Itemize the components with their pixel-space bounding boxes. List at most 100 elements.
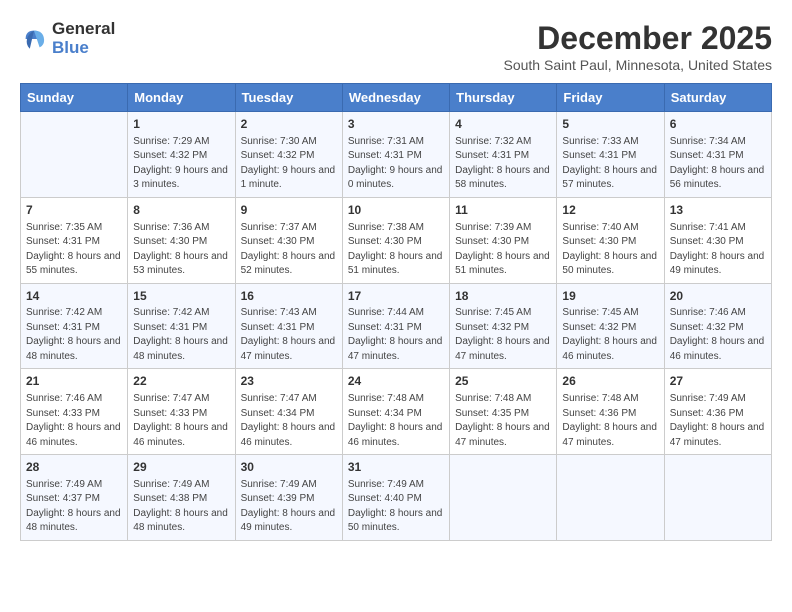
calendar-cell: 12 Sunrise: 7:40 AMSunset: 4:30 PMDayligh… (557, 197, 664, 283)
day-info: Sunrise: 7:49 AMSunset: 4:38 PMDaylight:… (133, 478, 229, 536)
day-info: Sunrise: 7:49 AMSunset: 4:36 PMDaylight:… (670, 392, 766, 450)
day-number: 30 (241, 459, 337, 476)
day-info: Sunrise: 7:48 AMSunset: 4:35 PMDaylight:… (455, 392, 551, 450)
day-info: Sunrise: 7:46 AMSunset: 4:33 PMDaylight:… (26, 392, 122, 450)
calendar-body: 1Sunrise: 7:29 AMSunset: 4:32 PMDaylight… (21, 112, 772, 541)
day-number: 6 (670, 116, 766, 133)
day-number: 13 (670, 202, 766, 219)
calendar-cell: 2 Sunrise: 7:30 AMSunset: 4:32 PMDaylight… (235, 112, 342, 198)
calendar-day-header: Sunday (21, 84, 128, 112)
calendar-cell: 11 Sunrise: 7:39 AMSunset: 4:30 PMDayligh… (450, 197, 557, 283)
calendar-cell (664, 455, 771, 541)
day-number: 2 (241, 116, 337, 133)
calendar-cell: 22 Sunrise: 7:47 AMSunset: 4:33 PMDayligh… (128, 369, 235, 455)
calendar-cell: 17Sunrise: 7:44 AMSunset: 4:31 PMDayligh… (342, 283, 449, 369)
logo-line1: General (52, 20, 115, 39)
day-number: 10 (348, 202, 444, 219)
day-info: Sunrise: 7:37 AMSunset: 4:30 PMDaylight:… (241, 221, 337, 279)
calendar-cell: 28 Sunrise: 7:49 AMSunset: 4:37 PMDayligh… (21, 455, 128, 541)
day-info: Sunrise: 7:39 AMSunset: 4:30 PMDaylight:… (455, 221, 551, 279)
day-info: Sunrise: 7:45 AMSunset: 4:32 PMDaylight:… (562, 306, 658, 364)
day-number: 24 (348, 373, 444, 390)
calendar-day-header: Wednesday (342, 84, 449, 112)
calendar-cell: 18Sunrise: 7:45 AMSunset: 4:32 PMDayligh… (450, 283, 557, 369)
calendar-cell: 5Sunrise: 7:33 AMSunset: 4:31 PMDaylight… (557, 112, 664, 198)
calendar-cell: 30 Sunrise: 7:49 AMSunset: 4:39 PMDayligh… (235, 455, 342, 541)
day-info: Sunrise: 7:41 AMSunset: 4:30 PMDaylight:… (670, 221, 766, 279)
calendar-cell (557, 455, 664, 541)
day-number: 28 (26, 459, 122, 476)
logo: General Blue (20, 20, 115, 57)
calendar-cell: 21 Sunrise: 7:46 AMSunset: 4:33 PMDayligh… (21, 369, 128, 455)
day-info: Sunrise: 7:35 AMSunset: 4:31 PMDaylight:… (26, 221, 122, 279)
day-info: Sunrise: 7:40 AMSunset: 4:30 PMDaylight:… (562, 221, 658, 279)
day-number: 9 (241, 202, 337, 219)
day-info: Sunrise: 7:49 AMSunset: 4:37 PMDaylight:… (26, 478, 122, 536)
day-info: Sunrise: 7:30 AMSunset: 4:32 PMDaylight:… (241, 135, 337, 193)
day-number: 5 (562, 116, 658, 133)
day-info: Sunrise: 7:34 AMSunset: 4:31 PMDaylight:… (670, 135, 766, 193)
calendar-cell: 31 Sunrise: 7:49 AMSunset: 4:40 PMDayligh… (342, 455, 449, 541)
calendar-subtitle: South Saint Paul, Minnesota, United Stat… (504, 57, 773, 73)
calendar-cell: 24Sunrise: 7:48 AMSunset: 4:34 PMDayligh… (342, 369, 449, 455)
day-info: Sunrise: 7:49 AMSunset: 4:40 PMDaylight:… (348, 478, 444, 536)
day-number: 11 (455, 202, 551, 219)
calendar-table: SundayMondayTuesdayWednesdayThursdayFrid… (20, 83, 772, 541)
day-info: Sunrise: 7:45 AMSunset: 4:32 PMDaylight:… (455, 306, 551, 364)
calendar-week-row: 28 Sunrise: 7:49 AMSunset: 4:37 PMDayligh… (21, 455, 772, 541)
calendar-cell: 19Sunrise: 7:45 AMSunset: 4:32 PMDayligh… (557, 283, 664, 369)
calendar-week-row: 21 Sunrise: 7:46 AMSunset: 4:33 PMDayligh… (21, 369, 772, 455)
day-number: 27 (670, 373, 766, 390)
day-number: 15 (133, 288, 229, 305)
calendar-day-header: Thursday (450, 84, 557, 112)
calendar-cell: 27 Sunrise: 7:49 AMSunset: 4:36 PMDayligh… (664, 369, 771, 455)
day-info: Sunrise: 7:47 AMSunset: 4:33 PMDaylight:… (133, 392, 229, 450)
calendar-day-header: Monday (128, 84, 235, 112)
page-header: General Blue December 2025 South Saint P… (20, 20, 772, 73)
day-info: Sunrise: 7:42 AMSunset: 4:31 PMDaylight:… (26, 306, 122, 364)
calendar-day-header: Tuesday (235, 84, 342, 112)
calendar-cell: 14Sunrise: 7:42 AMSunset: 4:31 PMDayligh… (21, 283, 128, 369)
day-number: 17 (348, 288, 444, 305)
day-info: Sunrise: 7:48 AMSunset: 4:36 PMDaylight:… (562, 392, 658, 450)
day-number: 14 (26, 288, 122, 305)
logo-icon (20, 25, 48, 53)
calendar-cell: 3Sunrise: 7:31 AMSunset: 4:31 PMDaylight… (342, 112, 449, 198)
day-number: 31 (348, 459, 444, 476)
calendar-cell: 16Sunrise: 7:43 AMSunset: 4:31 PMDayligh… (235, 283, 342, 369)
day-info: Sunrise: 7:36 AMSunset: 4:30 PMDaylight:… (133, 221, 229, 279)
calendar-cell (450, 455, 557, 541)
calendar-header: SundayMondayTuesdayWednesdayThursdayFrid… (21, 84, 772, 112)
day-info: Sunrise: 7:32 AMSunset: 4:31 PMDaylight:… (455, 135, 551, 193)
day-info: Sunrise: 7:47 AMSunset: 4:34 PMDaylight:… (241, 392, 337, 450)
calendar-cell: 20Sunrise: 7:46 AMSunset: 4:32 PMDayligh… (664, 283, 771, 369)
calendar-cell: 10 Sunrise: 7:38 AMSunset: 4:30 PMDayligh… (342, 197, 449, 283)
day-number: 23 (241, 373, 337, 390)
calendar-header-row: SundayMondayTuesdayWednesdayThursdayFrid… (21, 84, 772, 112)
day-info: Sunrise: 7:44 AMSunset: 4:31 PMDaylight:… (348, 306, 444, 364)
day-number: 20 (670, 288, 766, 305)
day-number: 3 (348, 116, 444, 133)
day-number: 12 (562, 202, 658, 219)
calendar-cell: 4 Sunrise: 7:32 AMSunset: 4:31 PMDaylight… (450, 112, 557, 198)
calendar-cell: 25 Sunrise: 7:48 AMSunset: 4:35 PMDayligh… (450, 369, 557, 455)
day-info: Sunrise: 7:46 AMSunset: 4:32 PMDaylight:… (670, 306, 766, 364)
calendar-cell: 8 Sunrise: 7:36 AMSunset: 4:30 PMDaylight… (128, 197, 235, 283)
day-number: 16 (241, 288, 337, 305)
day-number: 22 (133, 373, 229, 390)
day-number: 4 (455, 116, 551, 133)
day-info: Sunrise: 7:49 AMSunset: 4:39 PMDaylight:… (241, 478, 337, 536)
day-number: 26 (562, 373, 658, 390)
calendar-day-header: Saturday (664, 84, 771, 112)
calendar-cell: 23 Sunrise: 7:47 AMSunset: 4:34 PMDayligh… (235, 369, 342, 455)
day-info: Sunrise: 7:38 AMSunset: 4:30 PMDaylight:… (348, 221, 444, 279)
calendar-week-row: 7Sunrise: 7:35 AMSunset: 4:31 PMDaylight… (21, 197, 772, 283)
calendar-cell: 9 Sunrise: 7:37 AMSunset: 4:30 PMDaylight… (235, 197, 342, 283)
day-number: 8 (133, 202, 229, 219)
day-number: 29 (133, 459, 229, 476)
day-number: 25 (455, 373, 551, 390)
calendar-cell: 1Sunrise: 7:29 AMSunset: 4:32 PMDaylight… (128, 112, 235, 198)
day-number: 21 (26, 373, 122, 390)
day-info: Sunrise: 7:42 AMSunset: 4:31 PMDaylight:… (133, 306, 229, 364)
calendar-title-block: December 2025 South Saint Paul, Minnesot… (504, 20, 773, 73)
